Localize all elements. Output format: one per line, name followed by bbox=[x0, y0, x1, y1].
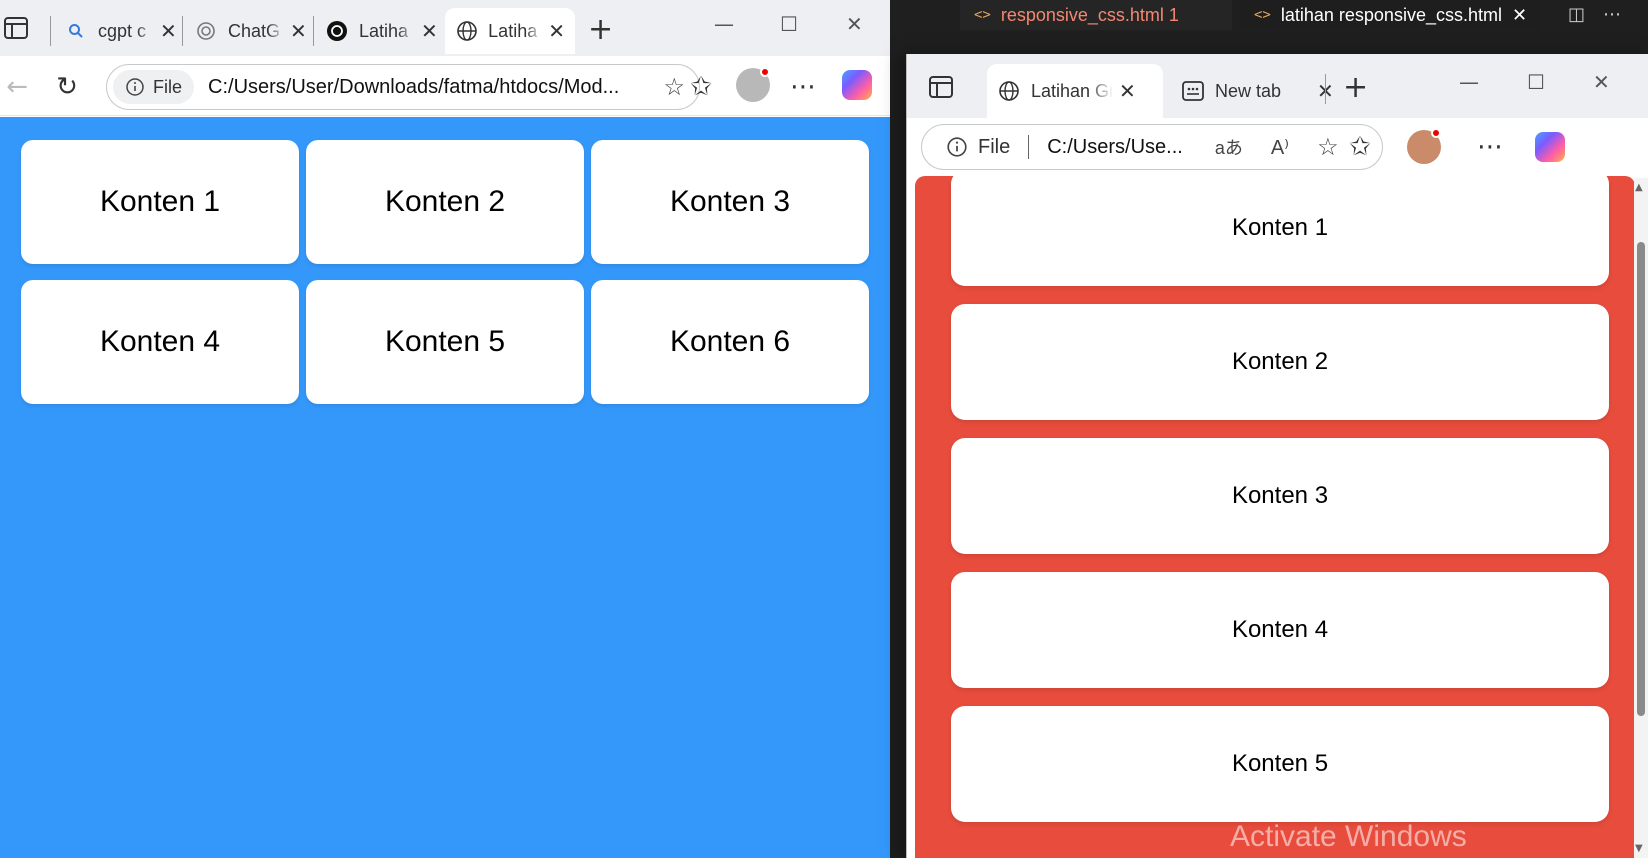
tab-separator bbox=[50, 16, 51, 46]
url-text[interactable]: C:/Users/Use... bbox=[1047, 136, 1183, 159]
close-icon[interactable]: ✕ bbox=[1119, 79, 1136, 104]
omnibox-divider bbox=[1028, 135, 1030, 159]
address-bar[interactable]: File C:/Users/User/Downloads/fatma/htdoc… bbox=[106, 64, 700, 110]
new-tab-plus-icon[interactable]: + bbox=[1343, 70, 1368, 105]
notification-dot bbox=[760, 67, 770, 77]
site-info-chip[interactable]: File bbox=[113, 70, 195, 104]
tab-latihan-active[interactable]: Latiha ✕ bbox=[445, 8, 575, 54]
tab-label: ChatG bbox=[228, 20, 281, 41]
minimize-icon[interactable]: — bbox=[1459, 70, 1479, 94]
scrollbar-thumb[interactable] bbox=[1637, 242, 1645, 716]
copilot-icon[interactable] bbox=[842, 70, 872, 100]
address-toolbar: ← ↻ File C:/Users/User/Downloads/fatma/h… bbox=[0, 56, 890, 116]
vscode-tab-label: latihan responsive_css.html bbox=[1280, 4, 1502, 25]
tab-strip: cgpt c ✕ ChatG ✕ Latiha ✕ Latiha ✕ + — ☐… bbox=[0, 0, 890, 56]
tab-latihan-chatgpt[interactable]: Latiha ✕ bbox=[315, 8, 448, 54]
back-arrow-icon[interactable]: ← bbox=[2, 72, 32, 102]
content-card: Konten 1 bbox=[21, 140, 299, 264]
close-icon[interactable]: ✕ bbox=[548, 19, 565, 44]
content-card: Konten 2 bbox=[306, 140, 584, 264]
tab-chatgpt[interactable]: ChatG ✕ bbox=[184, 8, 317, 54]
window-close-icon[interactable]: ✕ bbox=[1593, 70, 1610, 94]
info-icon[interactable] bbox=[946, 136, 968, 158]
desktop: <> responsive_css.html 1 <> latihan resp… bbox=[0, 0, 1648, 858]
translate-icon[interactable]: aあ bbox=[1215, 134, 1243, 160]
favorite-star-icon[interactable]: ☆ bbox=[663, 73, 685, 102]
minimize-icon[interactable]: — bbox=[714, 12, 734, 36]
favorites-icon[interactable]: ✩ bbox=[1345, 132, 1375, 162]
vscode-tab-label: responsive_css.html 1 bbox=[1000, 4, 1179, 25]
more-menu-icon[interactable]: ⋯ bbox=[1475, 132, 1505, 162]
content-card: Konten 2 bbox=[951, 304, 1609, 420]
globe-icon bbox=[455, 19, 478, 43]
content-card: Konten 1 bbox=[951, 176, 1609, 286]
page-content-red: Konten 1 Konten 2 Konten 3 Konten 4 Kont… bbox=[915, 176, 1635, 858]
window-close-icon[interactable]: ✕ bbox=[846, 12, 863, 36]
vscode-tab-responsive-css[interactable]: <> responsive_css.html 1 bbox=[960, 0, 1232, 30]
html-file-icon: <> bbox=[974, 7, 991, 23]
page-content-blue: Konten 1 Konten 2 Konten 3 Konten 4 Kont… bbox=[0, 117, 890, 858]
browser-window-right: Latihan Gr ✕ New tab ✕ + — ☐ ✕ File C:/U… bbox=[906, 54, 1648, 858]
favorite-star-icon[interactable]: ☆ bbox=[1317, 133, 1339, 162]
refresh-icon[interactable]: ↻ bbox=[52, 72, 82, 102]
vscode-editor-actions: ◫ ⋯ bbox=[1568, 0, 1621, 28]
tab-label: Latihan Gr bbox=[1031, 80, 1113, 101]
tab-label: cgpt c bbox=[98, 20, 147, 41]
vertical-scrollbar[interactable]: ▲ ▼ bbox=[1634, 178, 1648, 858]
scheme-label: File bbox=[153, 76, 183, 97]
browser-window-left: cgpt c ✕ ChatG ✕ Latiha ✕ Latiha ✕ + — ☐… bbox=[0, 0, 890, 858]
tab-actions-icon[interactable] bbox=[929, 76, 953, 98]
info-icon bbox=[126, 78, 144, 96]
maximize-icon[interactable]: ☐ bbox=[780, 12, 798, 36]
tab-separator bbox=[1325, 74, 1326, 104]
read-aloud-icon[interactable]: A⁾ bbox=[1271, 135, 1289, 160]
activate-windows-watermark: Activate Windows bbox=[1230, 820, 1467, 853]
tab-latihan-grid[interactable]: Latihan Gr ✕ bbox=[987, 64, 1163, 118]
tab-separator bbox=[182, 16, 183, 46]
address-toolbar: File C:/Users/Use... aあ A⁾ ☆ ✩ ⋯ bbox=[907, 118, 1648, 178]
content-card: Konten 5 bbox=[951, 706, 1609, 822]
tab-label: New tab bbox=[1215, 80, 1282, 101]
close-icon[interactable]: ✕ bbox=[290, 19, 307, 44]
chatgpt-icon bbox=[194, 19, 218, 43]
notification-dot bbox=[1431, 128, 1441, 138]
content-card: Konten 4 bbox=[951, 572, 1609, 688]
scheme-label: File bbox=[978, 135, 1011, 158]
close-icon[interactable]: ✕ bbox=[1512, 5, 1527, 26]
tab-strip: Latihan Gr ✕ New tab ✕ + — ☐ ✕ bbox=[907, 54, 1648, 118]
tab-actions-icon[interactable] bbox=[4, 17, 28, 39]
content-card: Konten 3 bbox=[591, 140, 869, 264]
close-icon[interactable]: ✕ bbox=[160, 19, 177, 44]
newtab-icon bbox=[1181, 79, 1205, 103]
close-icon[interactable]: ✕ bbox=[421, 19, 438, 44]
scroll-down-arrow-icon[interactable]: ▼ bbox=[1635, 843, 1643, 854]
tab-label: Latiha bbox=[359, 20, 409, 41]
tab-cgpt[interactable]: cgpt c ✕ bbox=[54, 8, 187, 54]
favorites-icon[interactable]: ✩ bbox=[686, 72, 716, 102]
more-actions-icon[interactable]: ⋯ bbox=[1603, 4, 1621, 25]
chatgpt-icon bbox=[325, 19, 349, 43]
search-icon bbox=[64, 19, 88, 43]
content-card: Konten 5 bbox=[306, 280, 584, 404]
maximize-icon[interactable]: ☐ bbox=[1527, 70, 1545, 94]
new-tab-plus-icon[interactable]: + bbox=[588, 12, 613, 47]
content-card: Konten 3 bbox=[951, 438, 1609, 554]
tab-label: Latiha bbox=[488, 20, 538, 41]
more-menu-icon[interactable]: ⋯ bbox=[788, 72, 818, 102]
vscode-tab-latihan-responsive[interactable]: <> latihan responsive_css.html ✕ bbox=[1240, 0, 1540, 30]
html-file-icon: <> bbox=[1254, 7, 1271, 23]
url-text[interactable]: C:/Users/User/Downloads/fatma/htdocs/Mod… bbox=[208, 76, 648, 99]
address-bar[interactable]: File C:/Users/Use... aあ A⁾ ☆ bbox=[921, 124, 1383, 170]
content-card: Konten 4 bbox=[21, 280, 299, 404]
tab-new-tab[interactable]: New tab ✕ bbox=[1171, 64, 1344, 118]
copilot-icon[interactable] bbox=[1535, 132, 1565, 162]
scroll-up-arrow-icon[interactable]: ▲ bbox=[1635, 182, 1643, 193]
content-card: Konten 6 bbox=[591, 280, 869, 404]
tab-separator bbox=[313, 16, 314, 46]
globe-icon bbox=[997, 79, 1021, 103]
split-editor-icon[interactable]: ◫ bbox=[1568, 4, 1585, 25]
